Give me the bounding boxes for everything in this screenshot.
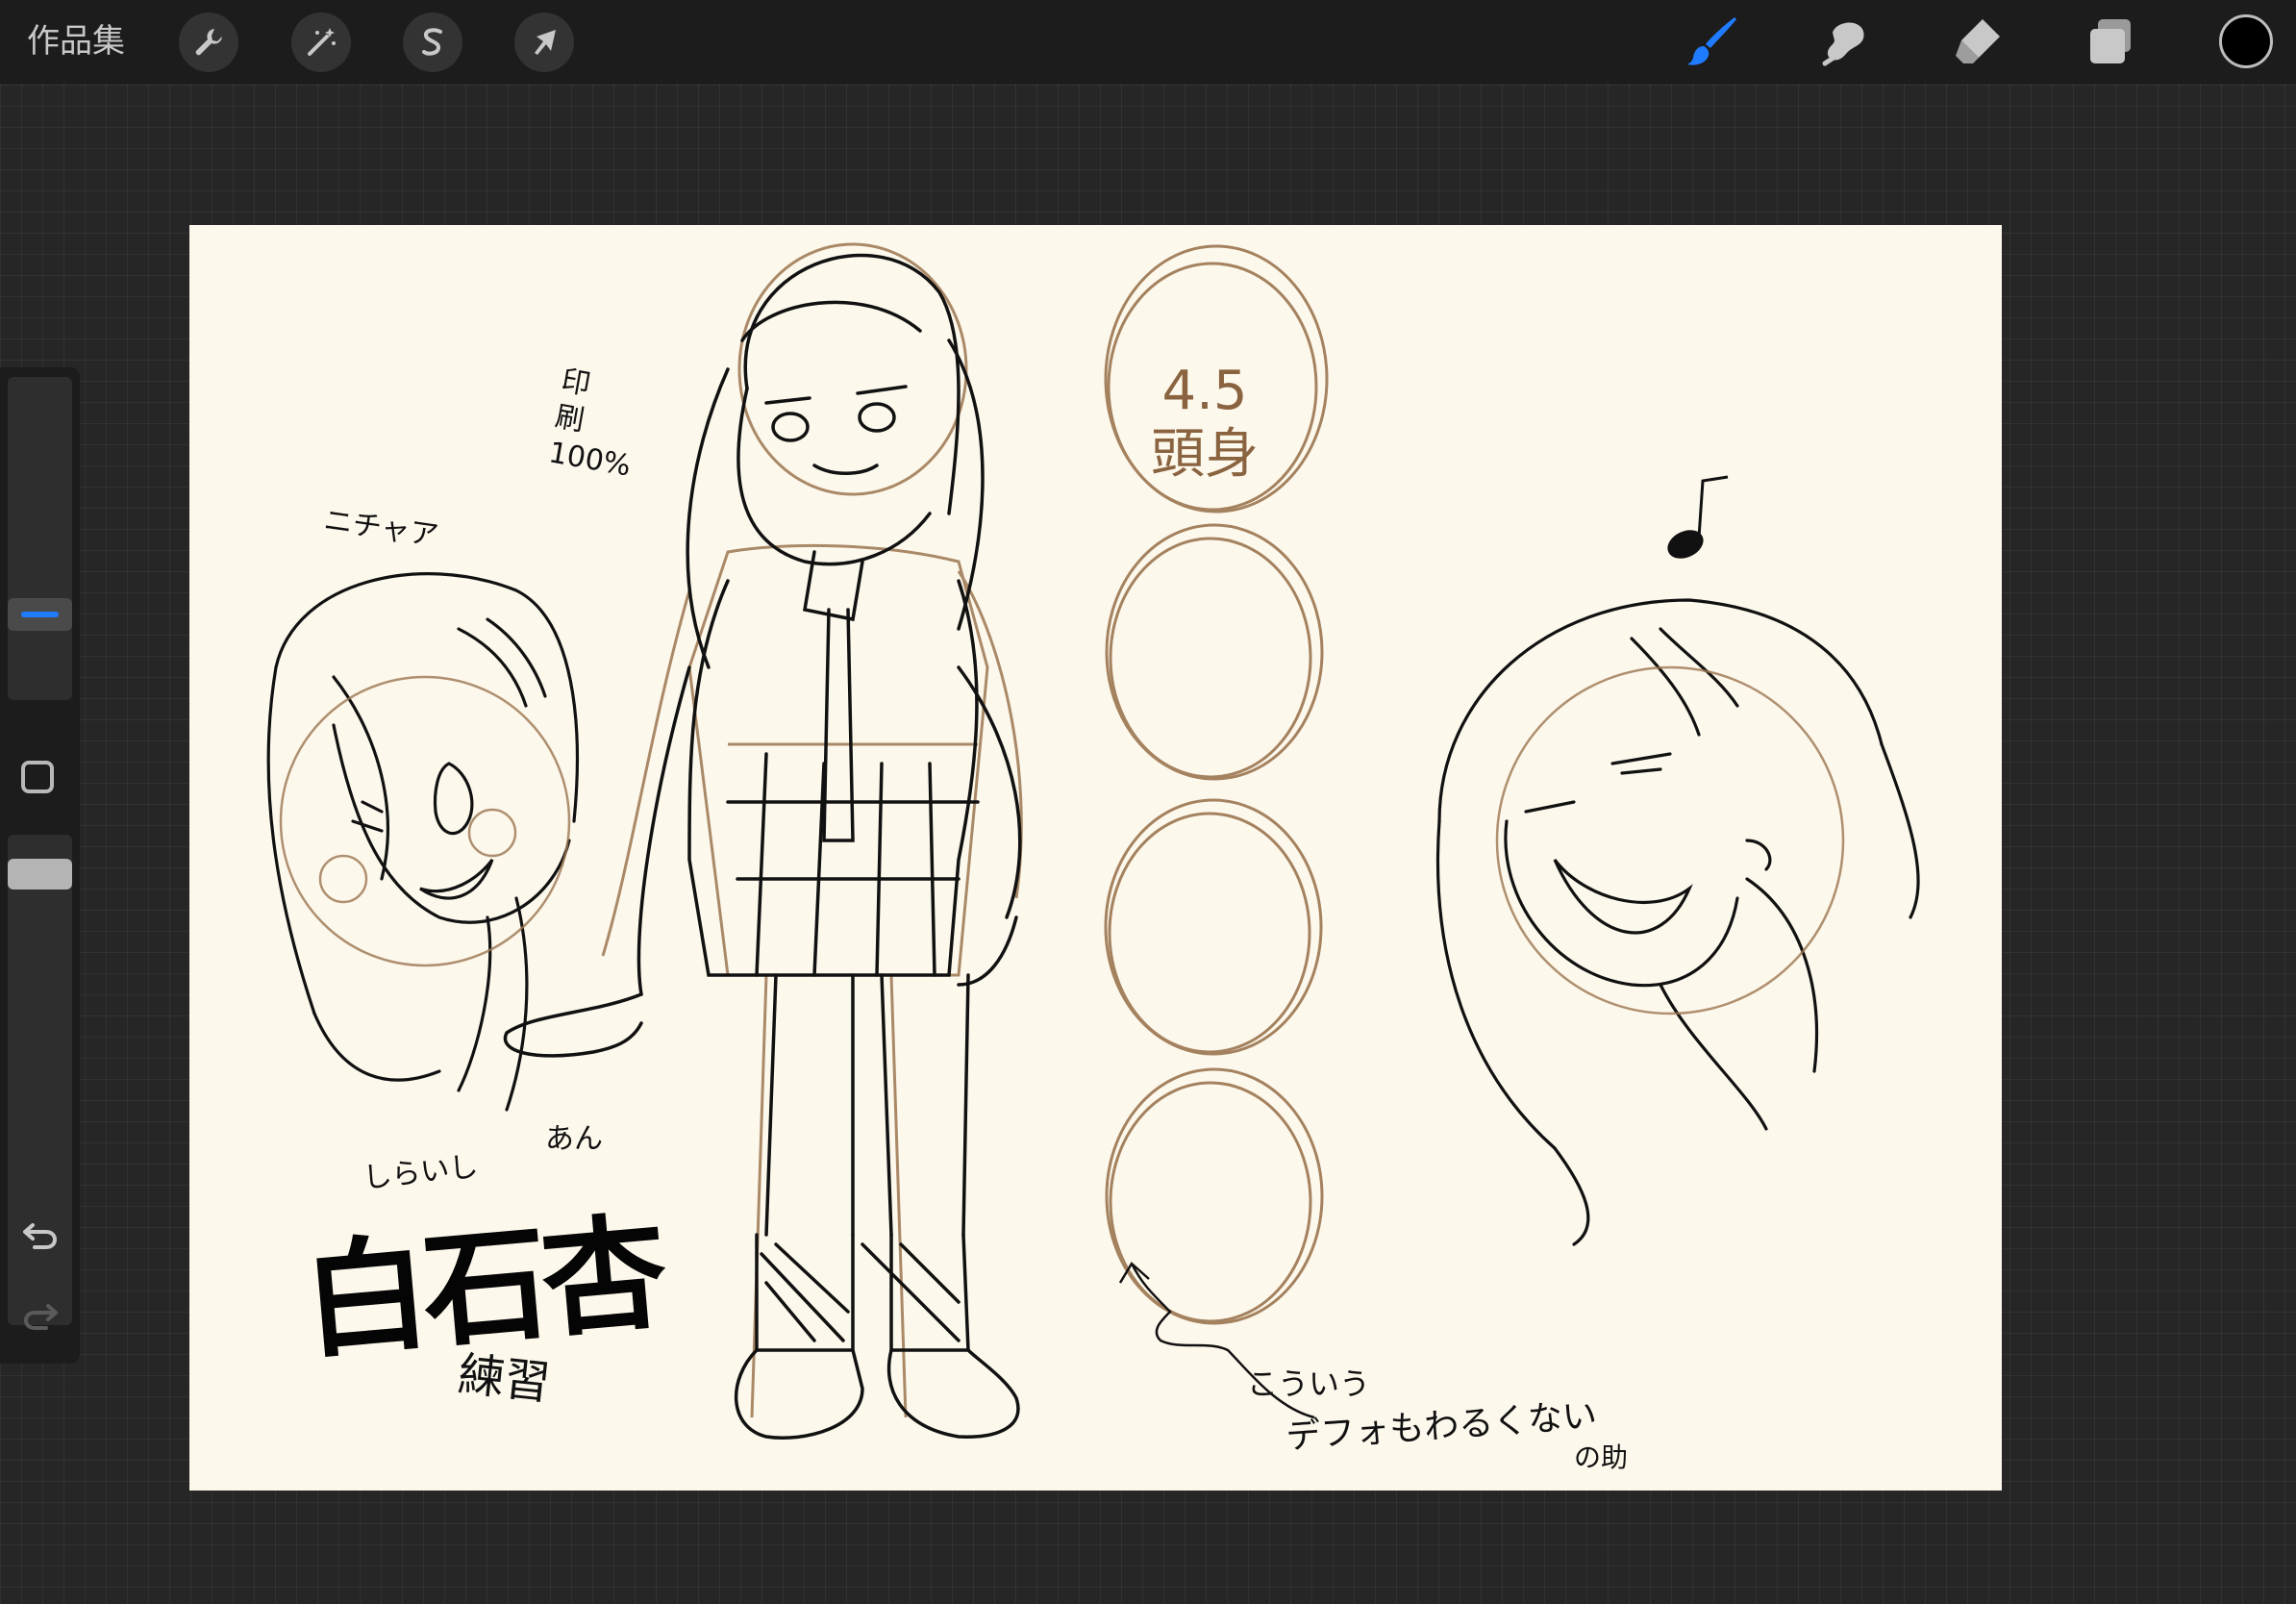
- arrow-cursor-icon: [535, 30, 556, 55]
- opacity-thumb[interactable]: [8, 859, 72, 890]
- eraser-icon: [1956, 19, 2000, 63]
- wrench-icon: [195, 29, 222, 56]
- drawing-canvas[interactable]: ニチャア 印 刷 100% 4.5 頭身 しらいし あん 白石杏 練習 こういう…: [189, 225, 2002, 1491]
- color-picker-swatch[interactable]: [2219, 14, 2273, 68]
- selection-button[interactable]: [403, 13, 462, 72]
- size-slider-icon: [21, 612, 59, 617]
- right-head-sketch: [1435, 598, 1920, 1246]
- music-note-doodle: [1667, 475, 1729, 559]
- undo-button[interactable]: [12, 1212, 69, 1260]
- brush-size-thumb[interactable]: [8, 598, 72, 631]
- left-head-guides: [279, 675, 571, 967]
- redo-button[interactable]: [12, 1292, 69, 1341]
- right-head-guides: [1495, 665, 1845, 1015]
- deformed-note-line1: こういう: [1247, 1366, 1371, 1402]
- furigana-name: あん: [545, 1122, 603, 1156]
- redo-arrow-icon: [23, 1304, 58, 1330]
- brush-size-slider[interactable]: [8, 377, 72, 700]
- left-head-sketch: [266, 572, 579, 1112]
- gallery-button[interactable]: 作品集: [27, 15, 125, 67]
- adjustments-button[interactable]: [291, 13, 351, 72]
- layers-button[interactable]: [2079, 10, 2142, 73]
- paint-brush-button[interactable]: [1681, 10, 1744, 73]
- head-ratio-note: 4.5 頭身: [1151, 360, 1259, 486]
- top-toolbar: 作品集: [0, 0, 2296, 84]
- brush-icon: [1687, 17, 1736, 65]
- selection-s-icon: [422, 28, 442, 56]
- smudge-icon: [1822, 22, 1864, 66]
- signature-note: の助: [1574, 1441, 1629, 1473]
- modify-button[interactable]: [21, 761, 54, 793]
- smudge-button[interactable]: [1813, 10, 1877, 73]
- layers-icon: [2090, 19, 2131, 63]
- undo-arrow-icon: [23, 1223, 58, 1249]
- practice-note: 練習: [455, 1347, 554, 1411]
- magic-wand-icon: [308, 28, 336, 56]
- eraser-button[interactable]: [1946, 10, 2009, 73]
- actions-button[interactable]: [179, 13, 238, 72]
- transform-button[interactable]: [514, 13, 574, 72]
- left-sidebar: [0, 367, 80, 1364]
